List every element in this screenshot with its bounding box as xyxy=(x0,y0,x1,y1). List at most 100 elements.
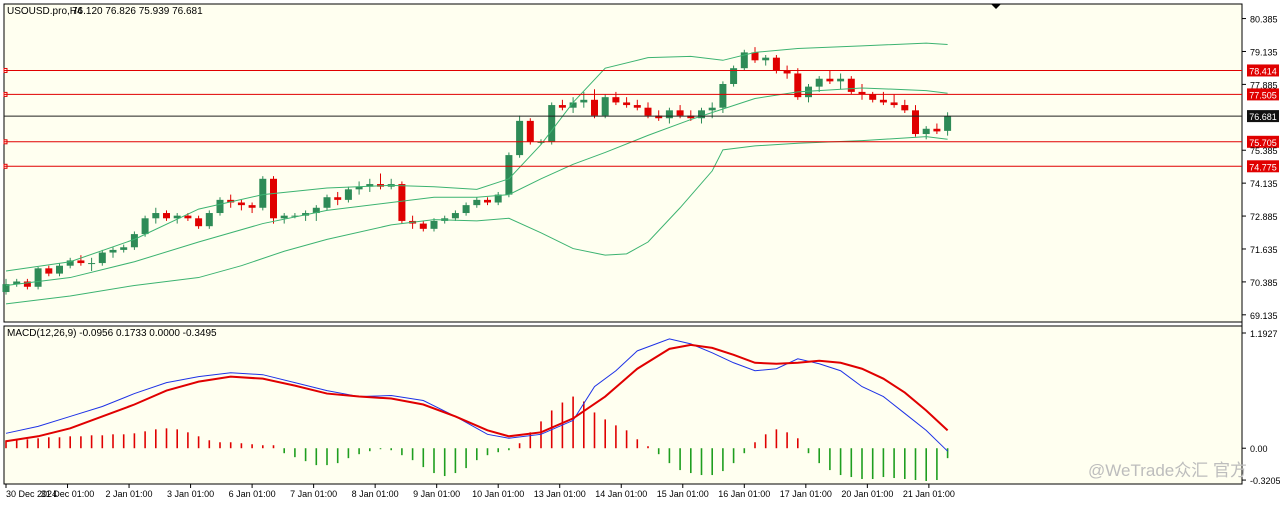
candle-body xyxy=(109,249,117,253)
candle-body xyxy=(56,265,63,274)
trading-chart-window[interactable]: 78.414 77.505 75.705 74.775 76.681 80.385 79.… xyxy=(0,0,1280,504)
candle-body xyxy=(462,205,470,214)
candle-body xyxy=(847,78,855,92)
candle-body xyxy=(783,70,791,74)
price-axis-label: 74.135 xyxy=(1250,179,1278,189)
candle-body xyxy=(451,213,459,219)
candle-body xyxy=(98,252,106,264)
time-axis-label: 6 Jan 01:00 xyxy=(229,489,276,499)
candle-body xyxy=(248,205,256,208)
candle-body xyxy=(558,105,566,108)
time-axis-label: 7 Jan 01:00 xyxy=(290,489,337,499)
candle-body xyxy=(430,220,438,229)
candle-body xyxy=(205,213,213,227)
candle-body xyxy=(323,197,331,208)
candle-body xyxy=(163,213,170,219)
candle-body xyxy=(419,223,427,229)
time-axis-label: 21 Jan 01:00 xyxy=(903,489,955,499)
candle-body xyxy=(548,105,556,142)
macd-axis-label: 0.00 xyxy=(1250,444,1268,454)
candle-body xyxy=(152,213,160,219)
price-axis-label: 70.385 xyxy=(1250,278,1278,288)
candle-body xyxy=(195,218,203,227)
chart-ohlc-values: 76.120 76.826 75.939 76.681 xyxy=(72,6,203,17)
macd-axis-label: -0.3205 xyxy=(1250,476,1280,486)
macd-indicator-title: MACD(12,26,9) -0.0956 0.1733 0.0000 -0.3… xyxy=(7,328,217,339)
price-panel[interactable] xyxy=(3,3,1243,323)
candle-body xyxy=(901,105,909,111)
price-axis-label: 75.385 xyxy=(1250,146,1278,156)
candle-body xyxy=(516,120,524,156)
candle-body xyxy=(259,178,267,208)
candle-body xyxy=(591,99,598,116)
candle-body xyxy=(772,57,780,71)
time-axis-label: 31 Dec 01:00 xyxy=(41,489,95,499)
candle-body xyxy=(762,57,770,61)
price-axis-label: 77.885 xyxy=(1250,80,1278,90)
candle-body xyxy=(665,110,673,119)
candle-body xyxy=(280,215,288,219)
candle-body xyxy=(805,86,812,98)
price-level-label: 78.414 xyxy=(1249,66,1277,76)
candle-body xyxy=(580,99,588,103)
candle-body xyxy=(88,263,96,265)
candle-body xyxy=(505,155,513,195)
candle-body xyxy=(644,107,652,116)
price-axis-label: 71.635 xyxy=(1250,245,1278,255)
candle-body xyxy=(612,97,620,103)
candle-body xyxy=(344,189,352,200)
macd-axis-label: 1.1927 xyxy=(1250,329,1278,339)
candle-body xyxy=(484,199,491,203)
candle-body xyxy=(879,99,887,103)
price-axis-label: 79.135 xyxy=(1250,47,1278,57)
candle-body xyxy=(334,197,342,200)
candle-body xyxy=(676,110,684,116)
watermark: @WeTrade众汇 官方 xyxy=(1088,461,1247,480)
price-axis-label: 80.385 xyxy=(1250,15,1278,25)
macd-panel[interactable] xyxy=(3,325,1243,485)
time-axis-label: 14 Jan 01:00 xyxy=(595,489,647,499)
candle-body xyxy=(815,78,823,87)
candle-body xyxy=(794,73,802,98)
time-axis-label: 2 Jan 01:00 xyxy=(106,489,153,499)
candle-body xyxy=(601,97,609,116)
time-axis-label: 8 Jan 01:00 xyxy=(352,489,399,499)
candle-body xyxy=(398,184,406,221)
time-axis-label: 17 Jan 01:00 xyxy=(780,489,832,499)
chart-canvas[interactable]: 78.41477.50575.70574.77576.681 80.38579.… xyxy=(0,0,1280,504)
candle-body xyxy=(526,120,534,142)
candle-body xyxy=(633,105,641,108)
candle-body xyxy=(837,78,845,82)
candle-body xyxy=(933,128,941,132)
candle-body xyxy=(216,199,224,214)
candle-body xyxy=(869,94,877,100)
candle-body xyxy=(270,178,277,219)
candle-body xyxy=(826,78,834,82)
time-axis-label: 10 Jan 01:00 xyxy=(472,489,524,499)
candle-body xyxy=(141,218,149,235)
candle-body xyxy=(922,128,930,135)
time-axis-label: 20 Jan 01:00 xyxy=(841,489,893,499)
candle-body xyxy=(719,84,727,108)
time-axis-label: 3 Jan 01:00 xyxy=(167,489,214,499)
price-level-label: 74.775 xyxy=(1249,162,1277,172)
candle-body xyxy=(944,116,952,131)
price-axis-label: 69.135 xyxy=(1250,311,1278,321)
current-price-label: 76.681 xyxy=(1249,112,1277,122)
candle-body xyxy=(237,202,245,206)
candle-body xyxy=(708,107,716,111)
candle-body xyxy=(120,247,128,250)
time-axis-label: 13 Jan 01:00 xyxy=(534,489,586,499)
candle-body xyxy=(473,199,481,206)
candle-body xyxy=(751,52,759,61)
candle-body xyxy=(45,268,53,274)
price-level-label: 77.505 xyxy=(1249,90,1277,100)
time-axis-label: 15 Jan 01:00 xyxy=(657,489,709,499)
price-axis-label: 72.885 xyxy=(1250,212,1278,222)
candle-body xyxy=(77,260,85,264)
time-axis-label: 9 Jan 01:00 xyxy=(413,489,460,499)
candle-body xyxy=(34,268,42,287)
candle-body xyxy=(890,102,898,106)
candle-body xyxy=(912,110,919,135)
candle-body xyxy=(184,215,192,219)
